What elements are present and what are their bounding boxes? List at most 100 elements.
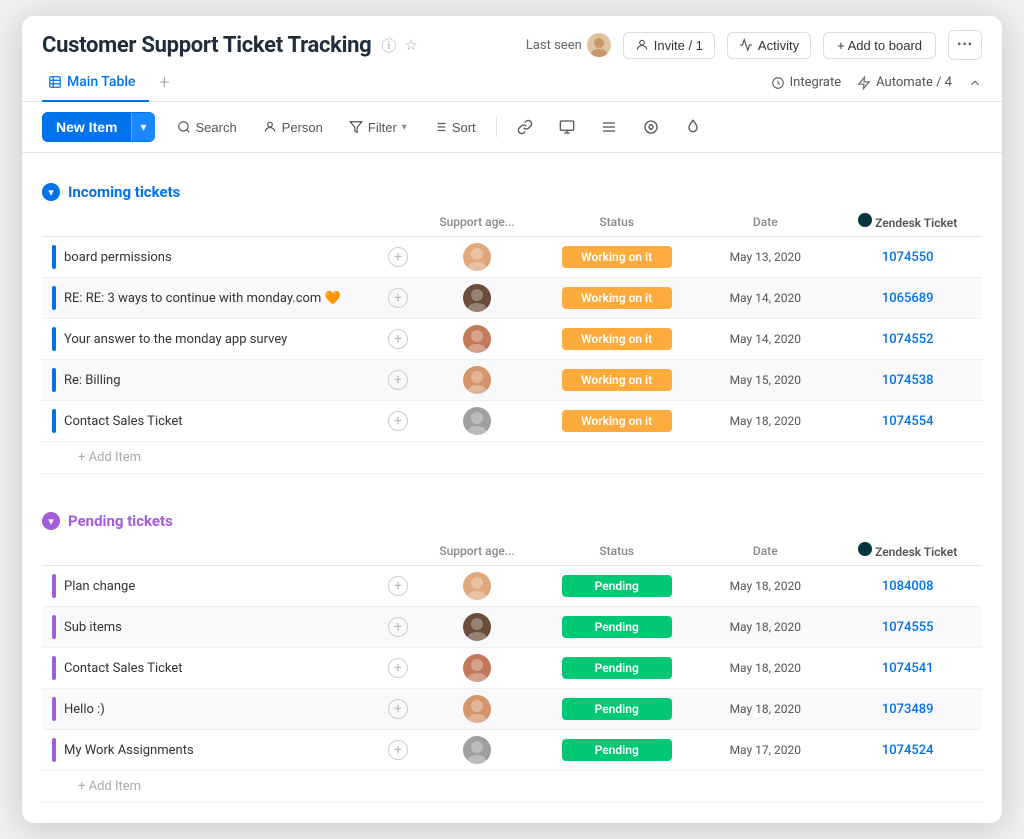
table-row: Plan change + Pending May 18, 2020 1084008	[42, 566, 982, 607]
date-cell: May 14, 2020	[697, 319, 833, 360]
row-accent-bar	[52, 738, 56, 762]
info-icon[interactable]: ⓘ	[381, 35, 396, 56]
zendesk-cell[interactable]: 1084008	[833, 566, 982, 607]
zendesk-link[interactable]: 1084008	[843, 579, 972, 594]
add-item-label[interactable]: + Add Item	[42, 771, 982, 803]
add-item-row[interactable]: + Add Item	[42, 771, 982, 803]
color-button[interactable]	[675, 113, 711, 141]
sort-button[interactable]: Sort	[423, 114, 486, 141]
date-cell: May 13, 2020	[697, 237, 833, 278]
sort-label: Sort	[452, 120, 476, 135]
link-button[interactable]	[507, 113, 543, 141]
collapse-button[interactable]	[968, 76, 982, 90]
zendesk-link[interactable]: 1074555	[843, 620, 972, 635]
new-item-main[interactable]: New Item	[42, 112, 131, 142]
add-row-icon[interactable]: +	[388, 699, 408, 719]
name-cell: board permissions +	[42, 237, 418, 278]
table-row: Contact Sales Ticket + PendingMay 18, 20…	[42, 648, 982, 689]
zendesk-link[interactable]: 1073489	[843, 702, 972, 717]
tab-main-table[interactable]: Main Table	[42, 64, 149, 102]
status-cell[interactable]: Working on it	[536, 278, 697, 319]
status-badge: Working on it	[562, 410, 672, 432]
status-cell[interactable]: Pending	[536, 607, 697, 648]
name-cell: Contact Sales Ticket +	[42, 648, 418, 689]
search-button[interactable]: Search	[167, 114, 247, 141]
zendesk-link[interactable]: 1074538	[843, 373, 972, 388]
add-tab-button[interactable]: +	[149, 64, 179, 101]
zendesk-link[interactable]: 1074550	[843, 250, 972, 265]
status-cell[interactable]: Working on it	[536, 360, 697, 401]
status-badge: Working on it	[562, 328, 672, 350]
zendesk-cell[interactable]: 1074552	[833, 319, 982, 360]
zendesk-link[interactable]: 1074554	[843, 414, 972, 429]
add-row-icon[interactable]: +	[388, 617, 408, 637]
new-item-caret[interactable]: ▾	[131, 113, 154, 141]
agent-cell	[418, 360, 536, 401]
add-row-icon[interactable]: +	[388, 658, 408, 678]
integrate-button[interactable]: Integrate	[771, 75, 842, 90]
app-window: Customer Support Ticket Tracking ⓘ ☆ Las…	[22, 16, 1002, 823]
zendesk-cell[interactable]: 1074538	[833, 360, 982, 401]
status-cell[interactable]: Working on it	[536, 237, 697, 278]
add-row-icon[interactable]: +	[388, 247, 408, 267]
apps-button[interactable]	[633, 113, 669, 141]
header-right: Last seen Invite / 1 Activity + Add to b…	[526, 30, 982, 60]
incoming-section-title: Incoming tickets	[68, 183, 180, 201]
activity-button[interactable]: Activity	[727, 32, 811, 59]
add-row-icon[interactable]: +	[388, 288, 408, 308]
integrate-label: Integrate	[790, 75, 842, 90]
add-item-row[interactable]: + Add Item	[42, 442, 982, 474]
more-options-button[interactable]: ···	[948, 30, 982, 60]
invite-button[interactable]: Invite / 1	[623, 32, 715, 59]
header-icons: ⓘ ☆	[381, 35, 417, 56]
collapse-incoming-button[interactable]: ▾	[42, 183, 60, 201]
status-cell[interactable]: Pending	[536, 648, 697, 689]
automate-button[interactable]: Automate / 4	[857, 75, 952, 90]
add-row-icon[interactable]: +	[388, 740, 408, 760]
star-icon[interactable]: ☆	[404, 36, 417, 54]
zendesk-link[interactable]: 1074552	[843, 332, 972, 347]
zendesk-icon	[858, 213, 872, 227]
zendesk-cell[interactable]: 1073489	[833, 689, 982, 730]
status-badge: Pending	[562, 698, 672, 720]
status-cell[interactable]: Pending	[536, 566, 697, 607]
zendesk-link[interactable]: 1074524	[843, 743, 972, 758]
add-to-board-button[interactable]: + Add to board	[823, 32, 936, 59]
name-cell: RE: RE: 3 ways to continue with monday.c…	[42, 278, 418, 319]
agent-avatar	[463, 407, 491, 435]
new-item-button[interactable]: New Item ▾	[42, 112, 155, 142]
add-tab-icon: +	[159, 72, 169, 93]
status-cell[interactable]: Working on it	[536, 401, 697, 442]
zendesk-cell[interactable]: 1065689	[833, 278, 982, 319]
zendesk-cell[interactable]: 1074554	[833, 401, 982, 442]
add-row-icon[interactable]: +	[388, 411, 408, 431]
filter-button[interactable]: Filter ▾	[339, 114, 417, 141]
new-item-label: New Item	[56, 119, 117, 135]
row-height-button[interactable]	[591, 113, 627, 141]
zendesk-cell[interactable]: 1074550	[833, 237, 982, 278]
zendesk-cell[interactable]: 1074555	[833, 607, 982, 648]
table-row: Contact Sales Ticket + Working on itMay …	[42, 401, 982, 442]
zendesk-link[interactable]: 1065689	[843, 291, 972, 306]
row-name: board permissions	[64, 250, 172, 265]
status-cell[interactable]: Pending	[536, 730, 697, 771]
status-badge: Pending	[562, 575, 672, 597]
zendesk-cell[interactable]: 1074541	[833, 648, 982, 689]
col-date-header: Date	[697, 536, 833, 566]
person-button[interactable]: Person	[253, 114, 333, 141]
collapse-pending-button[interactable]: ▾	[42, 512, 60, 530]
zendesk-cell[interactable]: 1074524	[833, 730, 982, 771]
embed-button[interactable]	[549, 113, 585, 141]
add-row-icon[interactable]: +	[388, 576, 408, 596]
date-cell: May 18, 2020	[697, 648, 833, 689]
add-row-icon[interactable]: +	[388, 370, 408, 390]
name-cell: Plan change +	[42, 566, 418, 607]
zendesk-link[interactable]: 1074541	[843, 661, 972, 676]
status-badge: Pending	[562, 739, 672, 761]
status-cell[interactable]: Working on it	[536, 319, 697, 360]
add-row-icon[interactable]: +	[388, 329, 408, 349]
add-item-label[interactable]: + Add Item	[42, 442, 982, 474]
status-cell[interactable]: Pending	[536, 689, 697, 730]
date-cell: May 18, 2020	[697, 566, 833, 607]
date-cell: May 18, 2020	[697, 689, 833, 730]
